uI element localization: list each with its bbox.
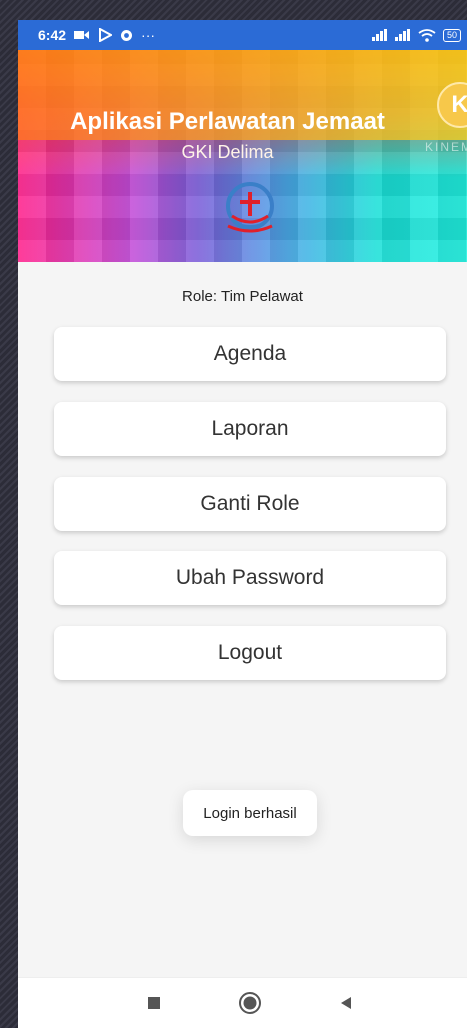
logout-button[interactable]: Logout [54,626,446,680]
recents-square-icon[interactable] [142,991,166,1015]
screen-frame: 6:42 ··· 50 Aplikasi Perlawatan Jemaat G… [0,0,467,1028]
agenda-button[interactable]: Agenda [54,327,446,381]
ubah-password-button[interactable]: Ubah Password [54,551,446,605]
church-logo-icon [226,182,274,233]
back-triangle-icon[interactable] [334,991,358,1015]
role-label: Role: Tim Pelawat [182,288,303,305]
wifi-icon [418,28,436,42]
app-title: Aplikasi Perlawatan Jemaat [70,108,385,135]
status-bar: 6:42 ··· 50 [18,20,467,50]
home-circle-icon[interactable] [238,991,262,1015]
app-subtitle: GKI Delima [181,142,274,162]
watermark-badge: K [437,82,467,128]
battery-icon: 50 [442,28,461,42]
signal-icon [371,29,387,41]
phone-screen: 6:42 ··· 50 Aplikasi Perlawatan Jemaat G… [18,20,467,1028]
ganti-role-button[interactable]: Ganti Role [54,477,446,531]
play-store-icon [99,28,113,42]
app-header: Aplikasi Perlawatan Jemaat GKI Delima K … [18,50,467,262]
navigation-bar [18,977,467,1028]
toast-message: Login berhasil [183,790,317,836]
status-time: 6:42 [38,27,67,43]
more-icon: ··· [141,27,156,43]
video-call-icon [74,31,90,39]
signal-icon [394,29,410,41]
watermark-text: KINEMA [424,140,467,154]
laporan-button[interactable]: Laporan [54,402,446,456]
sync-icon [121,29,133,41]
